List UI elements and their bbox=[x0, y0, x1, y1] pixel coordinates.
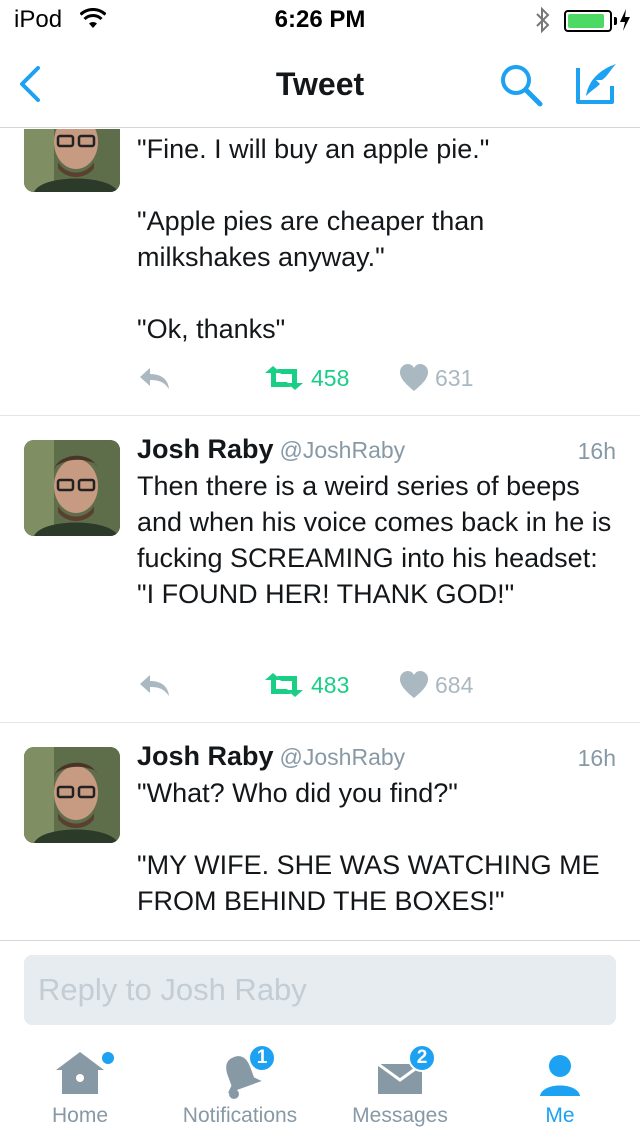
retweet-count: 458 bbox=[311, 364, 350, 391]
tab-me[interactable]: Me bbox=[480, 1040, 640, 1136]
tweet[interactable]: Josh Raby @JoshRaby 16h Then there is a w… bbox=[0, 416, 640, 723]
avatar-photo bbox=[24, 129, 120, 192]
notifications-badge: 1 bbox=[248, 1044, 276, 1072]
reply-button[interactable] bbox=[137, 360, 171, 396]
retweet-icon bbox=[265, 366, 303, 390]
reply-icon bbox=[140, 368, 169, 389]
tweet-body: Josh Raby @JoshRaby 16h "What? Who did yo… bbox=[137, 741, 616, 919]
tab-label: Home bbox=[51, 1104, 109, 1127]
status-bar: iPod 6:26 PM bbox=[0, 0, 640, 40]
retweet-button[interactable]: 483 bbox=[263, 667, 349, 703]
avatar[interactable] bbox=[24, 440, 120, 536]
retweet-icon bbox=[265, 673, 303, 697]
like-button[interactable]: 631 bbox=[399, 360, 473, 396]
avatar-photo bbox=[24, 747, 120, 843]
avatar[interactable] bbox=[24, 747, 120, 843]
avatar[interactable] bbox=[24, 129, 120, 192]
tweet-text: "What? Who did you find?" "MY WIFE. SHE … bbox=[137, 778, 600, 916]
tweet[interactable]: "Fine. I will buy an apple pie." "Apple … bbox=[0, 129, 640, 416]
home-new-indicator bbox=[102, 1052, 114, 1064]
tab-bar: Home 1 Notifications 2 Messages Me bbox=[0, 1040, 640, 1136]
reply-bar bbox=[0, 940, 640, 1040]
nav-bar: Tweet bbox=[0, 40, 640, 128]
author-name[interactable]: Josh Raby bbox=[137, 434, 274, 464]
like-count: 631 bbox=[435, 364, 474, 391]
battery-tip bbox=[614, 17, 617, 25]
reply-icon bbox=[140, 675, 169, 696]
reply-button[interactable] bbox=[137, 667, 171, 703]
tweet-header: Josh Raby @JoshRaby 16h bbox=[137, 434, 616, 468]
tweet[interactable]: Josh Raby @JoshRaby 16h "What? Who did yo… bbox=[0, 723, 640, 940]
tweet-actions: 458 631 bbox=[137, 360, 617, 396]
author-name[interactable]: Josh Raby bbox=[137, 741, 274, 771]
home-icon bbox=[56, 1052, 104, 1094]
tab-label: Messages bbox=[352, 1104, 448, 1127]
heart-icon bbox=[400, 364, 428, 391]
author-handle[interactable]: @JoshRaby bbox=[280, 744, 406, 770]
tweet-text: "Fine. I will buy an apple pie." "Apple … bbox=[137, 134, 490, 344]
tweet-timestamp: 16h bbox=[577, 438, 616, 464]
avatar-photo bbox=[24, 440, 120, 536]
tweet-header: Josh Raby @JoshRaby 16h bbox=[137, 741, 616, 775]
reply-input[interactable] bbox=[24, 955, 616, 1025]
retweet-button[interactable]: 458 bbox=[263, 360, 349, 396]
tweet-actions: 483 684 bbox=[137, 667, 617, 703]
author-handle[interactable]: @JoshRaby bbox=[280, 437, 406, 463]
tab-notifications[interactable]: 1 Notifications bbox=[160, 1040, 320, 1136]
search-icon[interactable] bbox=[498, 62, 544, 108]
tab-home[interactable]: Home bbox=[0, 1040, 160, 1136]
battery-level bbox=[568, 14, 604, 28]
like-button[interactable]: 684 bbox=[399, 667, 473, 703]
like-count: 684 bbox=[435, 671, 474, 698]
tab-messages[interactable]: 2 Messages bbox=[320, 1040, 480, 1136]
bluetooth-icon bbox=[536, 6, 550, 34]
tweet-body: "Fine. I will buy an apple pie." "Apple … bbox=[137, 131, 616, 347]
tweet-body: Josh Raby @JoshRaby 16h Then there is a w… bbox=[137, 434, 616, 612]
compose-tweet-icon[interactable] bbox=[572, 60, 620, 108]
charging-icon bbox=[620, 9, 630, 31]
tweet-text: Then there is a weird series of beeps an… bbox=[137, 471, 612, 609]
tab-label: Notifications bbox=[182, 1104, 298, 1127]
heart-icon bbox=[400, 671, 428, 698]
profile-icon bbox=[540, 1055, 580, 1096]
retweet-count: 483 bbox=[311, 671, 350, 698]
messages-badge: 2 bbox=[408, 1044, 436, 1072]
battery-icon bbox=[564, 10, 612, 32]
tweet-timestamp: 16h bbox=[577, 745, 616, 771]
page-title: Tweet bbox=[275, 66, 365, 102]
tab-label: Me bbox=[545, 1104, 575, 1127]
